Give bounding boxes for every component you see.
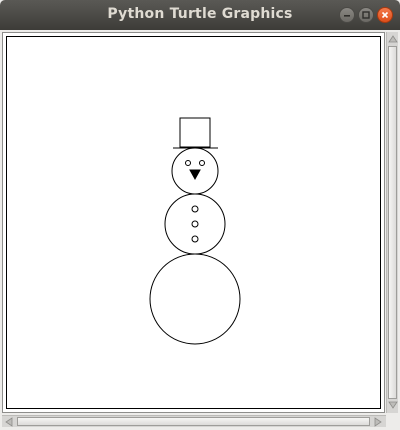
vertical-scroll-thumb[interactable] — [388, 46, 397, 399]
vertical-scrollbar[interactable] — [386, 32, 398, 413]
nose — [189, 169, 201, 181]
scroll-left-icon[interactable] — [4, 417, 14, 427]
middle-body-circle — [164, 193, 226, 255]
button-2 — [191, 220, 199, 228]
button-1 — [191, 205, 199, 213]
close-button[interactable] — [377, 7, 393, 23]
left-eye — [185, 160, 191, 166]
horizontal-scrollbar[interactable] — [2, 415, 386, 427]
close-icon — [381, 11, 389, 19]
scroll-right-icon[interactable] — [373, 417, 383, 427]
scroll-up-icon[interactable] — [388, 34, 398, 44]
horizontal-scroll-thumb[interactable] — [17, 417, 370, 426]
turtle-window: Python Turtle Graphics — [0, 0, 400, 430]
turtle-canvas[interactable] — [2, 32, 385, 413]
maximize-icon — [362, 11, 370, 19]
button-3 — [191, 235, 199, 243]
title-bar[interactable]: Python Turtle Graphics — [0, 0, 400, 30]
snowman-drawing — [149, 117, 241, 345]
scroll-down-icon[interactable] — [388, 400, 398, 410]
maximize-button[interactable] — [358, 7, 374, 23]
hat-top — [179, 117, 211, 148]
right-eye — [199, 160, 205, 166]
minimize-icon — [344, 15, 350, 17]
canvas-drawing-area — [6, 36, 381, 409]
bottom-body-circle — [149, 253, 241, 345]
minimize-button[interactable] — [339, 7, 355, 23]
